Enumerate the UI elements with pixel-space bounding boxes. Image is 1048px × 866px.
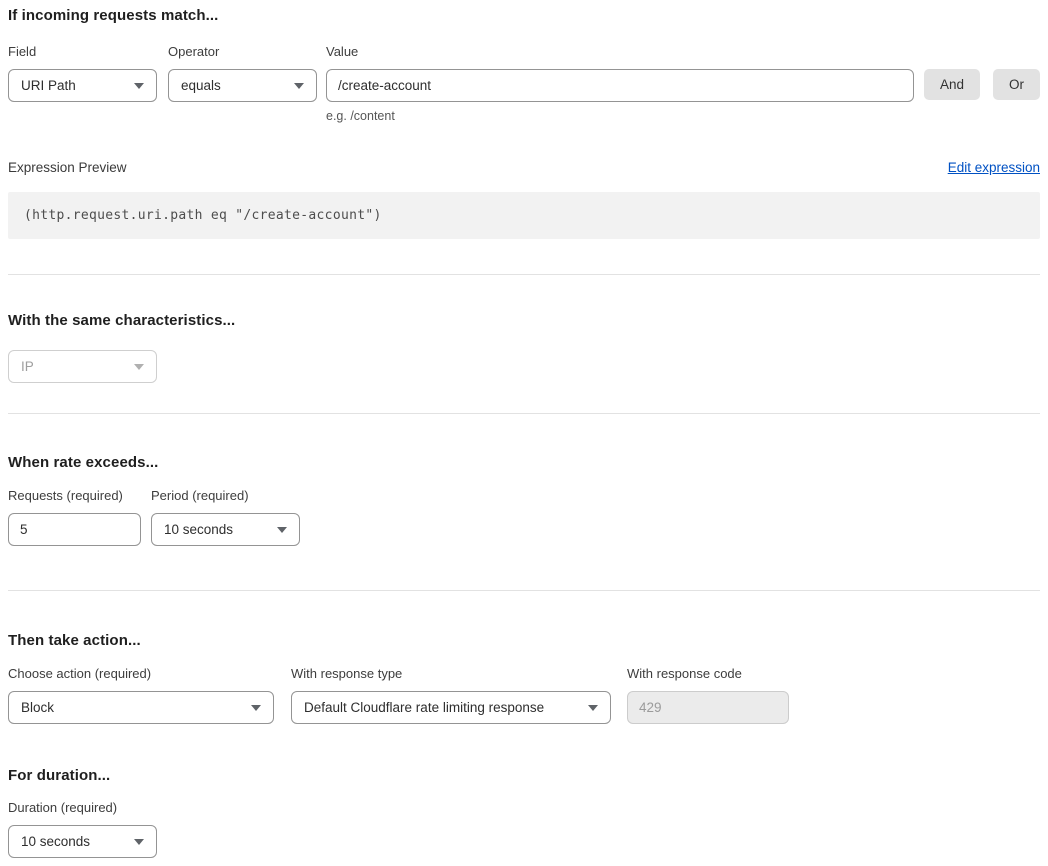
duration-label: Duration (required): [8, 800, 1040, 815]
requests-label: Requests (required): [8, 488, 151, 503]
period-group: Period (required) 10 seconds: [151, 488, 300, 546]
characteristics-heading: With the same characteristics...: [8, 312, 1040, 329]
period-select-value: 10 seconds: [164, 522, 233, 537]
value-helper-text: e.g. /content: [326, 109, 914, 123]
characteristics-select-value: IP: [21, 359, 34, 374]
match-controls-row: Field URI Path Operator equals Value e.g…: [8, 44, 1040, 123]
response-type-label: With response type: [291, 666, 611, 681]
edit-expression-link[interactable]: Edit expression: [948, 160, 1040, 175]
choose-action-select-value: Block: [21, 700, 54, 715]
operator-select[interactable]: equals: [168, 69, 317, 102]
period-select[interactable]: 10 seconds: [151, 513, 300, 546]
action-heading: Then take action...: [8, 632, 1040, 649]
operator-select-value: equals: [181, 78, 221, 93]
requests-input[interactable]: [8, 513, 141, 546]
chevron-down-icon: [294, 83, 304, 89]
choose-action-select[interactable]: Block: [8, 691, 274, 724]
chevron-down-icon: [134, 364, 144, 370]
rate-section: When rate exceeds... Requests (required)…: [8, 454, 1040, 546]
characteristics-section: With the same characteristics... IP: [8, 312, 1040, 383]
value-group: Value e.g. /content: [326, 44, 914, 123]
section-divider: [8, 590, 1040, 591]
section-divider: [8, 413, 1040, 414]
duration-section: For duration... Duration (required) 10 s…: [8, 767, 1040, 858]
value-input[interactable]: [326, 69, 914, 102]
and-button[interactable]: And: [924, 69, 980, 100]
choose-action-group: Choose action (required) Block: [8, 666, 274, 724]
or-button[interactable]: Or: [993, 69, 1040, 100]
chevron-down-icon: [277, 527, 287, 533]
expression-preview-label: Expression Preview: [8, 160, 127, 175]
match-section: If incoming requests match... Field URI …: [8, 7, 1040, 123]
characteristics-select[interactable]: IP: [8, 350, 157, 383]
field-select-value: URI Path: [21, 78, 76, 93]
response-code-label: With response code: [627, 666, 789, 681]
section-divider: [8, 274, 1040, 275]
expression-preview-header: Expression Preview Edit expression: [8, 160, 1040, 175]
rate-heading: When rate exceeds...: [8, 454, 1040, 471]
chevron-down-icon: [251, 705, 261, 711]
chevron-down-icon: [588, 705, 598, 711]
action-controls-row: Choose action (required) Block With resp…: [8, 666, 1040, 724]
field-label: Field: [8, 44, 157, 59]
duration-heading: For duration...: [8, 767, 1040, 784]
expression-preview-section: Expression Preview Edit expression (http…: [8, 160, 1040, 239]
chevron-down-icon: [134, 83, 144, 89]
action-section: Then take action... Choose action (requi…: [8, 632, 1040, 724]
match-heading: If incoming requests match...: [8, 7, 1040, 24]
choose-action-label: Choose action (required): [8, 666, 274, 681]
response-type-select-value: Default Cloudflare rate limiting respons…: [304, 700, 544, 715]
expression-code-block: (http.request.uri.path eq "/create-accou…: [8, 192, 1040, 239]
field-group: Field URI Path: [8, 44, 157, 102]
rate-controls-row: Requests (required) Period (required) 10…: [8, 488, 1040, 546]
field-select[interactable]: URI Path: [8, 69, 157, 102]
period-label: Period (required): [151, 488, 300, 503]
response-code-group: With response code: [627, 666, 789, 724]
response-type-select[interactable]: Default Cloudflare rate limiting respons…: [291, 691, 611, 724]
response-code-input: [627, 691, 789, 724]
value-label: Value: [326, 44, 914, 59]
operator-group: Operator equals: [168, 44, 317, 102]
operator-label: Operator: [168, 44, 317, 59]
requests-group: Requests (required): [8, 488, 141, 546]
response-type-group: With response type Default Cloudflare ra…: [291, 666, 611, 724]
